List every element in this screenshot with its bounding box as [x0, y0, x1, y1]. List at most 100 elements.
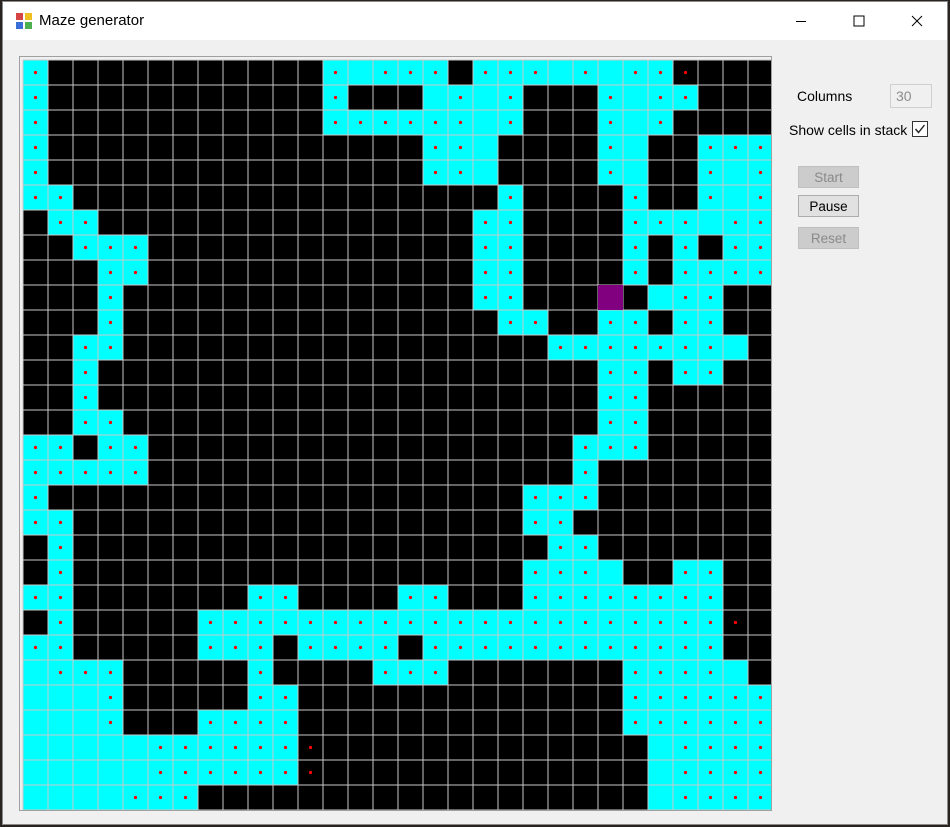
stack-marker: [283, 745, 288, 750]
stack-marker: [558, 570, 563, 575]
stack-marker: [358, 645, 363, 650]
app-icon: [16, 13, 32, 29]
stack-marker: [383, 120, 388, 125]
stack-marker: [558, 495, 563, 500]
main-window: Maze generator Columns Show cells in sta…: [2, 1, 948, 825]
stack-marker: [333, 95, 338, 100]
stack-marker: [483, 270, 488, 275]
stack-marker: [383, 620, 388, 625]
stack-marker: [583, 445, 588, 450]
stack-marker: [258, 770, 263, 775]
stack-marker: [708, 295, 713, 300]
stack-marker: [333, 70, 338, 75]
stack-marker: [708, 795, 713, 800]
maximize-button[interactable]: [830, 2, 888, 40]
stack-marker: [283, 595, 288, 600]
stack-marker: [358, 620, 363, 625]
stack-marker: [608, 320, 613, 325]
stack-marker: [308, 770, 313, 775]
stack-marker: [708, 745, 713, 750]
stack-marker: [283, 695, 288, 700]
stack-marker: [108, 270, 113, 275]
stack-marker: [708, 270, 713, 275]
stack-marker: [508, 195, 513, 200]
stack-marker: [208, 745, 213, 750]
stack-marker: [683, 220, 688, 225]
visited-cell: [623, 85, 648, 110]
stack-marker: [658, 120, 663, 125]
stack-marker: [633, 195, 638, 200]
stack-marker: [683, 370, 688, 375]
stack-marker: [408, 70, 413, 75]
show-stack-label: Show cells in stack: [789, 122, 908, 138]
stack-marker: [758, 770, 763, 775]
stack-marker: [58, 570, 63, 575]
stack-marker: [183, 745, 188, 750]
stack-marker: [683, 245, 688, 250]
stack-marker: [633, 645, 638, 650]
stack-marker: [533, 645, 538, 650]
stack-marker: [633, 270, 638, 275]
stack-marker: [733, 620, 738, 625]
stack-marker: [133, 270, 138, 275]
visited-cell: [698, 210, 723, 235]
stack-marker: [358, 120, 363, 125]
minimize-button[interactable]: [772, 2, 830, 40]
visited-cell: [48, 710, 73, 735]
stack-marker: [83, 345, 88, 350]
stack-marker: [458, 620, 463, 625]
stack-marker: [533, 495, 538, 500]
stack-marker: [533, 570, 538, 575]
stack-marker: [83, 670, 88, 675]
visited-cell: [623, 135, 648, 160]
stack-marker: [633, 620, 638, 625]
close-button[interactable]: [888, 2, 946, 40]
stack-marker: [658, 670, 663, 675]
stack-marker: [758, 270, 763, 275]
start-button[interactable]: Start: [798, 166, 859, 188]
pause-button[interactable]: Pause: [798, 195, 859, 217]
stack-marker: [658, 345, 663, 350]
stack-marker: [683, 70, 688, 75]
visited-cell: [548, 60, 573, 85]
stack-marker: [58, 195, 63, 200]
stack-marker: [683, 570, 688, 575]
stack-marker: [183, 770, 188, 775]
stack-marker: [108, 720, 113, 725]
stack-marker: [208, 645, 213, 650]
stack-marker: [758, 195, 763, 200]
stack-marker: [233, 770, 238, 775]
stack-marker: [383, 70, 388, 75]
stack-marker: [258, 620, 263, 625]
visited-cell: [73, 760, 98, 785]
stack-marker: [658, 720, 663, 725]
stack-marker: [583, 645, 588, 650]
stack-marker: [558, 545, 563, 550]
stack-marker: [683, 620, 688, 625]
stack-marker: [158, 770, 163, 775]
stack-marker: [58, 670, 63, 675]
stack-marker: [433, 145, 438, 150]
visited-cell: [623, 110, 648, 135]
stack-marker: [233, 645, 238, 650]
stack-marker: [533, 320, 538, 325]
stack-marker: [433, 670, 438, 675]
visited-cell: [723, 160, 748, 185]
stack-marker: [258, 695, 263, 700]
stack-marker: [758, 145, 763, 150]
stack-marker: [108, 695, 113, 700]
stack-marker: [708, 645, 713, 650]
columns-input[interactable]: [890, 84, 932, 108]
visited-cell: [23, 760, 48, 785]
reset-button[interactable]: Reset: [798, 227, 859, 249]
stack-marker: [733, 695, 738, 700]
stack-marker: [583, 345, 588, 350]
visited-cell: [23, 660, 48, 685]
stack-marker: [283, 770, 288, 775]
visited-cell: [423, 85, 448, 110]
stack-marker: [458, 170, 463, 175]
stack-marker: [408, 670, 413, 675]
current-cell: [598, 285, 623, 310]
show-stack-checkbox[interactable]: [912, 121, 928, 137]
stack-marker: [483, 245, 488, 250]
